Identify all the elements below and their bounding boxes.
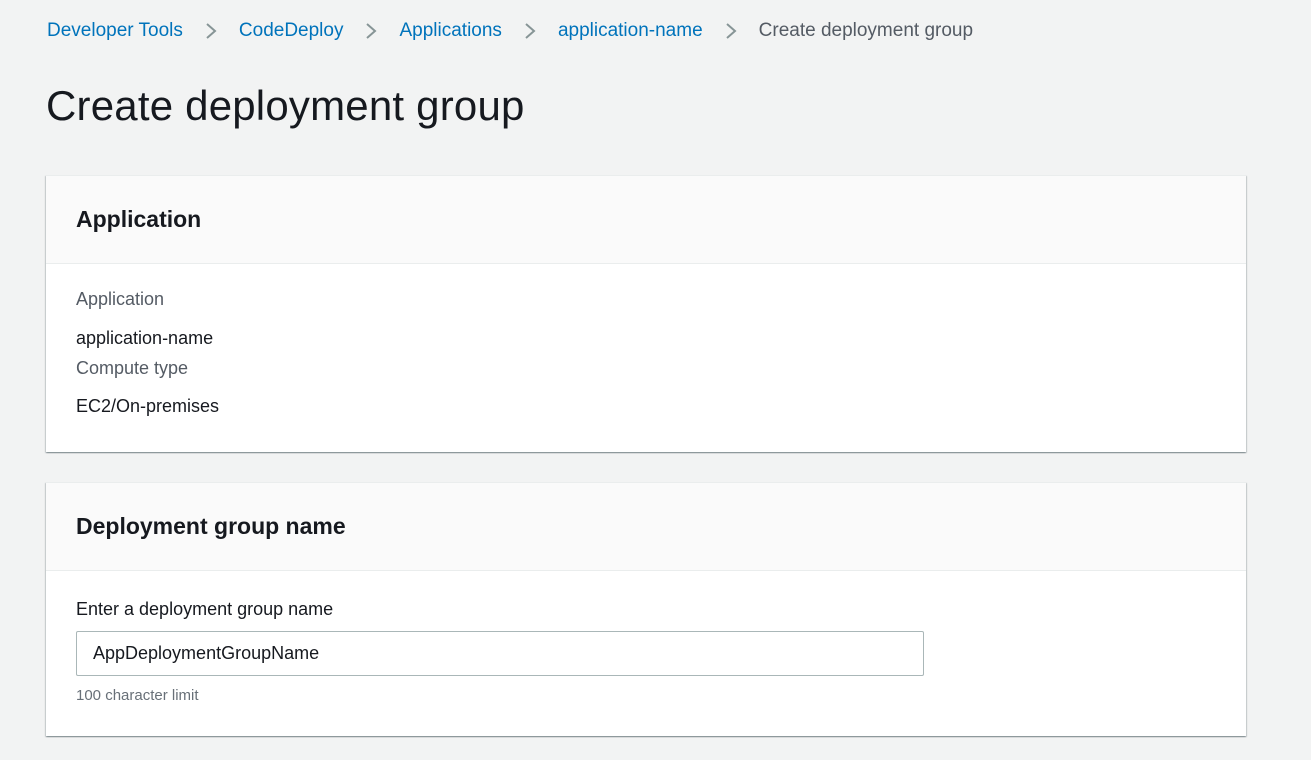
deployment-group-name-panel-header: Deployment group name	[46, 483, 1246, 571]
deployment-group-name-label: Enter a deployment group name	[76, 599, 334, 619]
breadcrumb-link-developer-tools[interactable]: Developer Tools	[47, 20, 183, 42]
application-panel-header: Application	[46, 176, 1246, 264]
breadcrumb-link-codedeploy[interactable]: CodeDeploy	[239, 20, 344, 42]
application-panel-title: Application	[76, 206, 202, 232]
breadcrumb-current: Create deployment group	[758, 20, 974, 41]
application-panel: Application Application application-name…	[46, 175, 1246, 452]
application-panel-body: Application application-name Compute typ…	[46, 264, 1246, 452]
chevron-right-icon	[343, 18, 399, 44]
application-value: application-name	[76, 328, 214, 348]
deployment-group-name-panel: Deployment group name Enter a deployment…	[46, 482, 1246, 736]
breadcrumb-link-application-name[interactable]: application-name	[558, 20, 703, 42]
breadcrumb-link-applications[interactable]: Applications	[399, 20, 501, 42]
page-title: Create deployment group	[46, 82, 525, 129]
chevron-right-icon	[703, 18, 759, 44]
application-label: Application	[76, 289, 165, 309]
compute-type-label: Compute type	[76, 358, 189, 378]
deployment-group-name-input[interactable]	[76, 631, 924, 676]
chevron-right-icon	[183, 18, 239, 44]
chevron-right-icon	[502, 18, 558, 44]
deployment-group-name-panel-title: Deployment group name	[76, 513, 346, 539]
character-limit-constraint: 100 character limit	[76, 687, 199, 704]
compute-type-value: EC2/On-premises	[76, 396, 220, 416]
deployment-group-name-panel-body: Enter a deployment group name 100 charac…	[46, 571, 1246, 736]
breadcrumb: Developer Tools CodeDeploy Applications …	[47, 18, 973, 44]
